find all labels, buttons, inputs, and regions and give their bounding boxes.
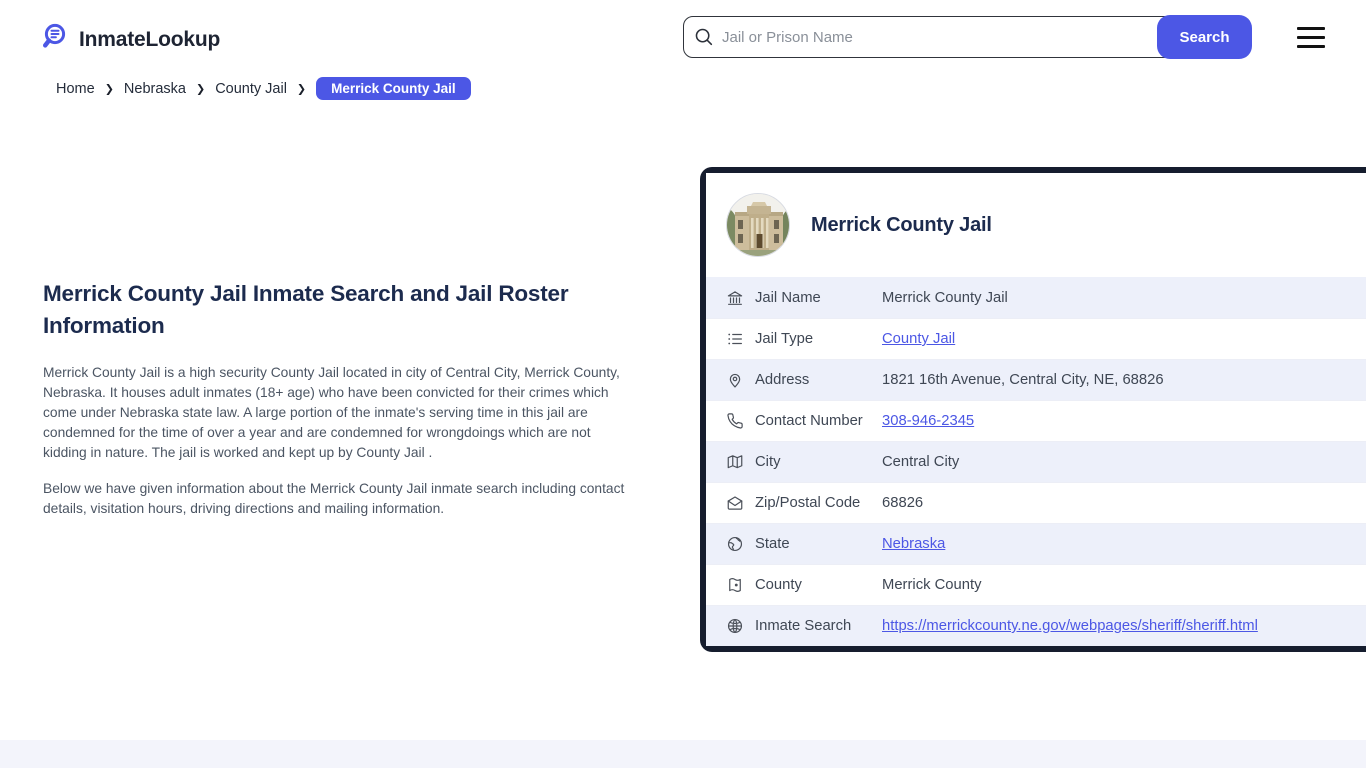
article-paragraph: Merrick County Jail is a high security C… [43, 365, 620, 460]
bank-icon [726, 289, 744, 307]
article-paragraph: Below we have given information about th… [43, 481, 625, 516]
search-bar: Search [683, 15, 1252, 59]
site-header: InmateLookup Search [0, 0, 1366, 74]
jail-info-table: Jail Name Merrick County Jail Jail Type … [706, 277, 1366, 646]
breadcrumb: Home ❯ Nebraska ❯ County Jail ❯ Merrick … [56, 77, 471, 100]
envelope-icon [726, 494, 744, 512]
info-value-link[interactable]: Nebraska [882, 536, 945, 552]
logo-magnifier-icon [38, 21, 70, 58]
info-value: 1821 16th Avenue, Central City, NE, 6882… [882, 372, 1164, 388]
chevron-right-icon: ❯ [195, 83, 206, 96]
article-section: Merrick County Jail Inmate Search and Ja… [43, 278, 631, 519]
map-icon [726, 453, 744, 471]
info-value-link[interactable]: 308-946-2345 [882, 413, 974, 429]
breadcrumb-home[interactable]: Home [56, 81, 95, 97]
table-row: State Nebraska [706, 523, 1366, 564]
jail-info-card: Merrick County Jail Jail Name Merrick Co… [700, 167, 1366, 652]
table-row: City Central City [706, 441, 1366, 482]
info-label: Contact Number [755, 413, 863, 429]
info-label: Inmate Search [755, 618, 852, 634]
phone-icon [726, 412, 744, 430]
table-row: Jail Type County Jail [706, 318, 1366, 359]
table-row: Jail Name Merrick County Jail [706, 277, 1366, 318]
globe-icon [726, 617, 744, 635]
earth-icon [726, 535, 744, 553]
menu-hamburger-icon[interactable] [1297, 27, 1325, 48]
breadcrumb-county-jail[interactable]: County Jail [215, 81, 287, 97]
info-label: Address [755, 372, 810, 388]
flag-icon [726, 576, 744, 594]
info-value-link[interactable]: County Jail [882, 331, 955, 347]
info-label: State [755, 536, 790, 552]
table-row: Contact Number 308-946-2345 [706, 400, 1366, 441]
search-button[interactable]: Search [1157, 15, 1252, 59]
table-row: County Merrick County [706, 564, 1366, 605]
footer-band [0, 740, 1366, 768]
info-label: City [755, 454, 781, 470]
map-pin-icon [726, 371, 744, 389]
info-value-link[interactable]: https://merrickcounty.ne.gov/webpages/sh… [882, 618, 1258, 634]
site-logo[interactable]: InmateLookup [38, 21, 220, 58]
brand-name: InmateLookup [79, 27, 221, 51]
info-value: Central City [882, 454, 960, 470]
page-title: Merrick County Jail Inmate Search and Ja… [43, 281, 569, 338]
table-row: Zip/Postal Code 68826 [706, 482, 1366, 523]
breadcrumb-nebraska[interactable]: Nebraska [124, 81, 186, 97]
info-label: Jail Name [755, 289, 821, 306]
jail-card-title: Merrick County Jail [811, 213, 992, 236]
jail-card-header: Merrick County Jail [706, 173, 1366, 277]
chevron-right-icon: ❯ [296, 83, 307, 96]
info-value: Merrick County Jail [882, 289, 1008, 306]
info-value: 68826 [882, 495, 924, 511]
list-icon [726, 330, 744, 348]
info-label: Zip/Postal Code [755, 495, 861, 511]
breadcrumb-current-badge: Merrick County Jail [316, 77, 471, 100]
info-label: County [755, 577, 802, 593]
chevron-right-icon: ❯ [104, 83, 114, 96]
info-label: Jail Type [755, 331, 814, 347]
jail-building-photo [726, 193, 790, 257]
info-value: Merrick County [882, 577, 982, 593]
search-icon [695, 28, 713, 46]
table-row: Inmate Search https://merrickcounty.ne.g… [706, 605, 1366, 646]
table-row: Address 1821 16th Avenue, Central City, … [706, 359, 1366, 400]
